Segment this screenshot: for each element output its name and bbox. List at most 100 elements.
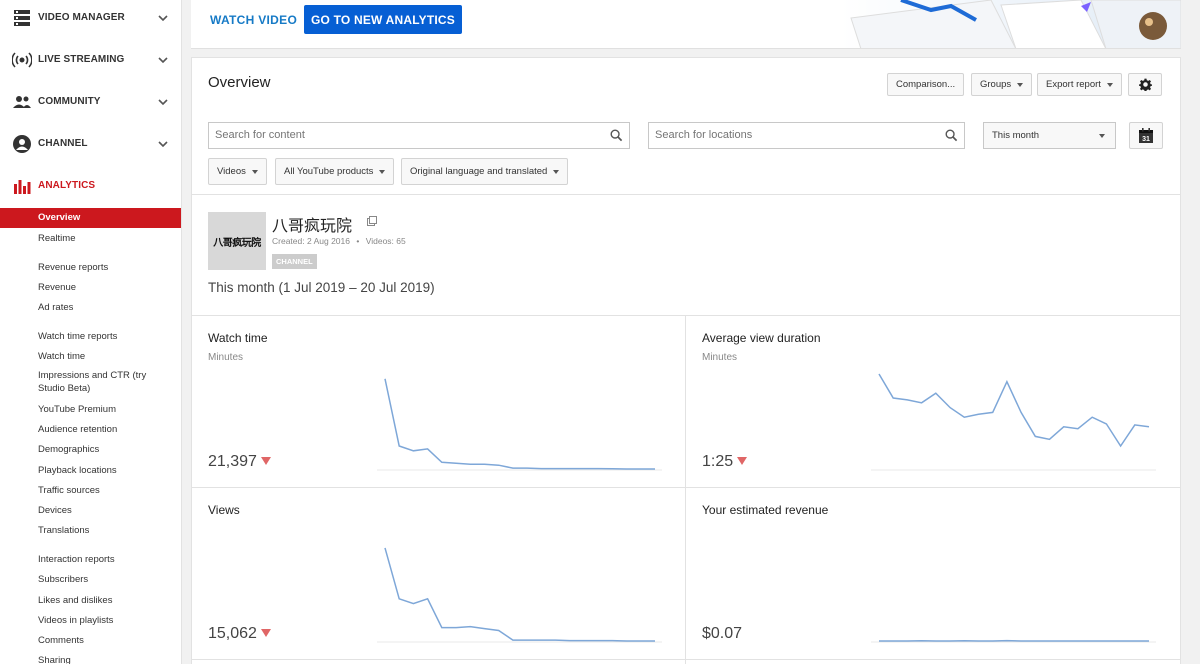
export-report-button[interactable]: Export report <box>1037 73 1122 96</box>
groups-button[interactable]: Groups <box>971 73 1033 96</box>
chevron-down-icon <box>158 15 168 22</box>
caret-down-icon <box>379 169 386 174</box>
sparkline-series <box>878 373 1150 448</box>
sidebar-item-youtube-premium[interactable]: YouTube Premium <box>0 403 181 416</box>
sidebar-item-overview[interactable]: Overview <box>0 208 181 228</box>
sidebar-item-audience-retention[interactable]: Audience retention <box>0 423 181 436</box>
sidebar-item-traffic-sources[interactable]: Traffic sources <box>0 484 181 497</box>
sidebar-item-sharing[interactable]: Sharing <box>0 654 181 664</box>
external-link-icon[interactable] <box>367 216 377 226</box>
metric-value: 1:25 <box>702 453 748 471</box>
nav-live-streaming-label: LIVE STREAMING <box>38 54 125 65</box>
nav-analytics-label: ANALYTICS <box>38 180 96 191</box>
sidebar-item-ad-rates[interactable]: Ad rates <box>0 301 181 314</box>
sidebar-item-videos-in-playlists[interactable]: Videos in playlists <box>0 614 181 627</box>
nav-video-manager[interactable]: VIDEO MANAGER <box>0 0 181 36</box>
metric-card-estimated-revenue[interactable]: Your estimated revenue $0.07 <box>686 487 1180 659</box>
channel-video-count: Videos: 65 <box>365 236 406 246</box>
chevron-down-icon <box>158 57 168 64</box>
metric-value-number: 1:25 <box>702 453 734 470</box>
sidebar: VIDEO MANAGER LIVE STREAMING COMMUNITY C… <box>0 0 182 664</box>
nav-community[interactable]: COMMUNITY <box>0 84 181 120</box>
nav-channel[interactable]: CHANNEL <box>0 126 181 162</box>
filter-videos-button[interactable]: Videos <box>208 158 267 185</box>
metric-value: 15,062 <box>208 625 271 643</box>
sidebar-item-revenue[interactable]: Revenue <box>0 281 181 294</box>
caret-down-icon <box>1099 134 1105 138</box>
overview-panel: Overview Comparison... Groups Export rep… <box>191 57 1181 664</box>
caret-down-icon <box>251 169 258 174</box>
sparkline-views <box>377 547 662 643</box>
metric-value: $0.07 <box>702 625 742 643</box>
date-range-select[interactable]: This month <box>983 122 1116 149</box>
nav-community-label: COMMUNITY <box>38 96 101 107</box>
search-content-field[interactable] <box>208 122 630 149</box>
comparison-button-label: Comparison... <box>896 79 956 90</box>
metric-unit: Minutes <box>208 352 244 363</box>
sidebar-item-devices[interactable]: Devices <box>0 504 181 517</box>
search-icon[interactable] <box>945 129 958 142</box>
calendar-day: 31 <box>1142 136 1150 143</box>
filter-products-label: All YouTube products <box>284 166 374 177</box>
sidebar-item-watch-time[interactable]: Watch time <box>0 350 181 363</box>
metric-value-number: 15,062 <box>208 625 257 642</box>
metric-card-views[interactable]: Views 15,062 <box>192 487 685 659</box>
live-streaming-icon <box>12 52 32 68</box>
sidebar-item-translations[interactable]: Translations <box>0 524 181 537</box>
caret-down-icon <box>1017 82 1024 87</box>
caret-down-icon <box>553 169 560 174</box>
watch-video-link[interactable]: WATCH VIDEO <box>210 13 297 27</box>
sparkline-average-view-duration <box>871 373 1156 471</box>
search-icon[interactable] <box>610 129 623 142</box>
metric-title: Watch time <box>208 331 268 345</box>
sparkline-series <box>384 378 655 470</box>
channel-icon <box>13 135 31 153</box>
metric-unit: Minutes <box>702 352 738 363</box>
filter-language-button[interactable]: Original language and translated <box>401 158 569 185</box>
channel-meta: Created: 2 Aug 2016 • Videos: 65 <box>272 236 406 246</box>
divider <box>192 659 1180 660</box>
sidebar-item-impressions-ctr[interactable]: Impressions and CTR (try Studio Beta) <box>0 369 150 395</box>
sidebar-item-revenue-reports[interactable]: Revenue reports <box>0 261 181 274</box>
nav-live-streaming[interactable]: LIVE STREAMING <box>0 42 181 78</box>
search-content-input[interactable] <box>215 129 595 141</box>
search-locations-input[interactable] <box>655 129 935 141</box>
divider <box>192 194 1180 195</box>
divider <box>685 315 686 664</box>
date-range-value: This month <box>992 130 1039 141</box>
search-locations-field[interactable] <box>648 122 965 149</box>
analytics-icon <box>14 180 31 194</box>
metric-value: 21,397 <box>208 453 271 471</box>
sidebar-item-demographics[interactable]: Demographics <box>0 443 181 456</box>
nav-analytics[interactable]: ANALYTICS <box>0 168 181 204</box>
settings-button[interactable] <box>1128 73 1162 96</box>
sidebar-item-playback-locations[interactable]: Playback locations <box>0 464 181 477</box>
gear-icon <box>1138 78 1152 91</box>
channel-name[interactable]: 八哥疯玩院 <box>272 212 352 236</box>
period-label: This month (1 Jul 2019 – 20 Jul 2019) <box>208 280 435 295</box>
sparkline-series <box>384 547 655 642</box>
sidebar-item-realtime[interactable]: Realtime <box>0 232 181 245</box>
chevron-down-icon <box>158 99 168 106</box>
filter-language-label: Original language and translated <box>410 166 548 177</box>
sidebar-item-comments[interactable]: Comments <box>0 634 181 647</box>
metric-card-watch-time[interactable]: Watch time Minutes 21,397 <box>192 315 685 487</box>
metric-card-average-view-duration[interactable]: Average view duration Minutes 1:25 <box>686 315 1180 487</box>
groups-button-label: Groups <box>980 79 1012 90</box>
nav-video-manager-label: VIDEO MANAGER <box>38 12 125 23</box>
channel-created: Created: 2 Aug 2016 <box>272 236 350 246</box>
trend-down-icon <box>260 629 271 637</box>
go-to-new-analytics-button[interactable]: GO TO NEW ANALYTICS <box>304 5 462 34</box>
sidebar-item-interaction-reports[interactable]: Interaction reports <box>0 553 181 566</box>
metric-title: Your estimated revenue <box>702 503 829 517</box>
metric-title: Average view duration <box>702 331 821 345</box>
comparison-button[interactable]: Comparison... <box>887 73 965 96</box>
sidebar-item-watch-time-reports[interactable]: Watch time reports <box>0 330 181 343</box>
channel-thumbnail[interactable]: 八哥疯玩院 <box>208 212 266 270</box>
calendar-icon: 31 <box>1139 127 1153 143</box>
sidebar-item-subscribers[interactable]: Subscribers <box>0 573 181 586</box>
channel-thumbnail-text: 八哥疯玩院 <box>213 237 261 249</box>
filter-products-button[interactable]: All YouTube products <box>275 158 395 185</box>
calendar-button[interactable]: 31 <box>1129 122 1163 149</box>
sidebar-item-likes-dislikes[interactable]: Likes and dislikes <box>0 594 181 607</box>
